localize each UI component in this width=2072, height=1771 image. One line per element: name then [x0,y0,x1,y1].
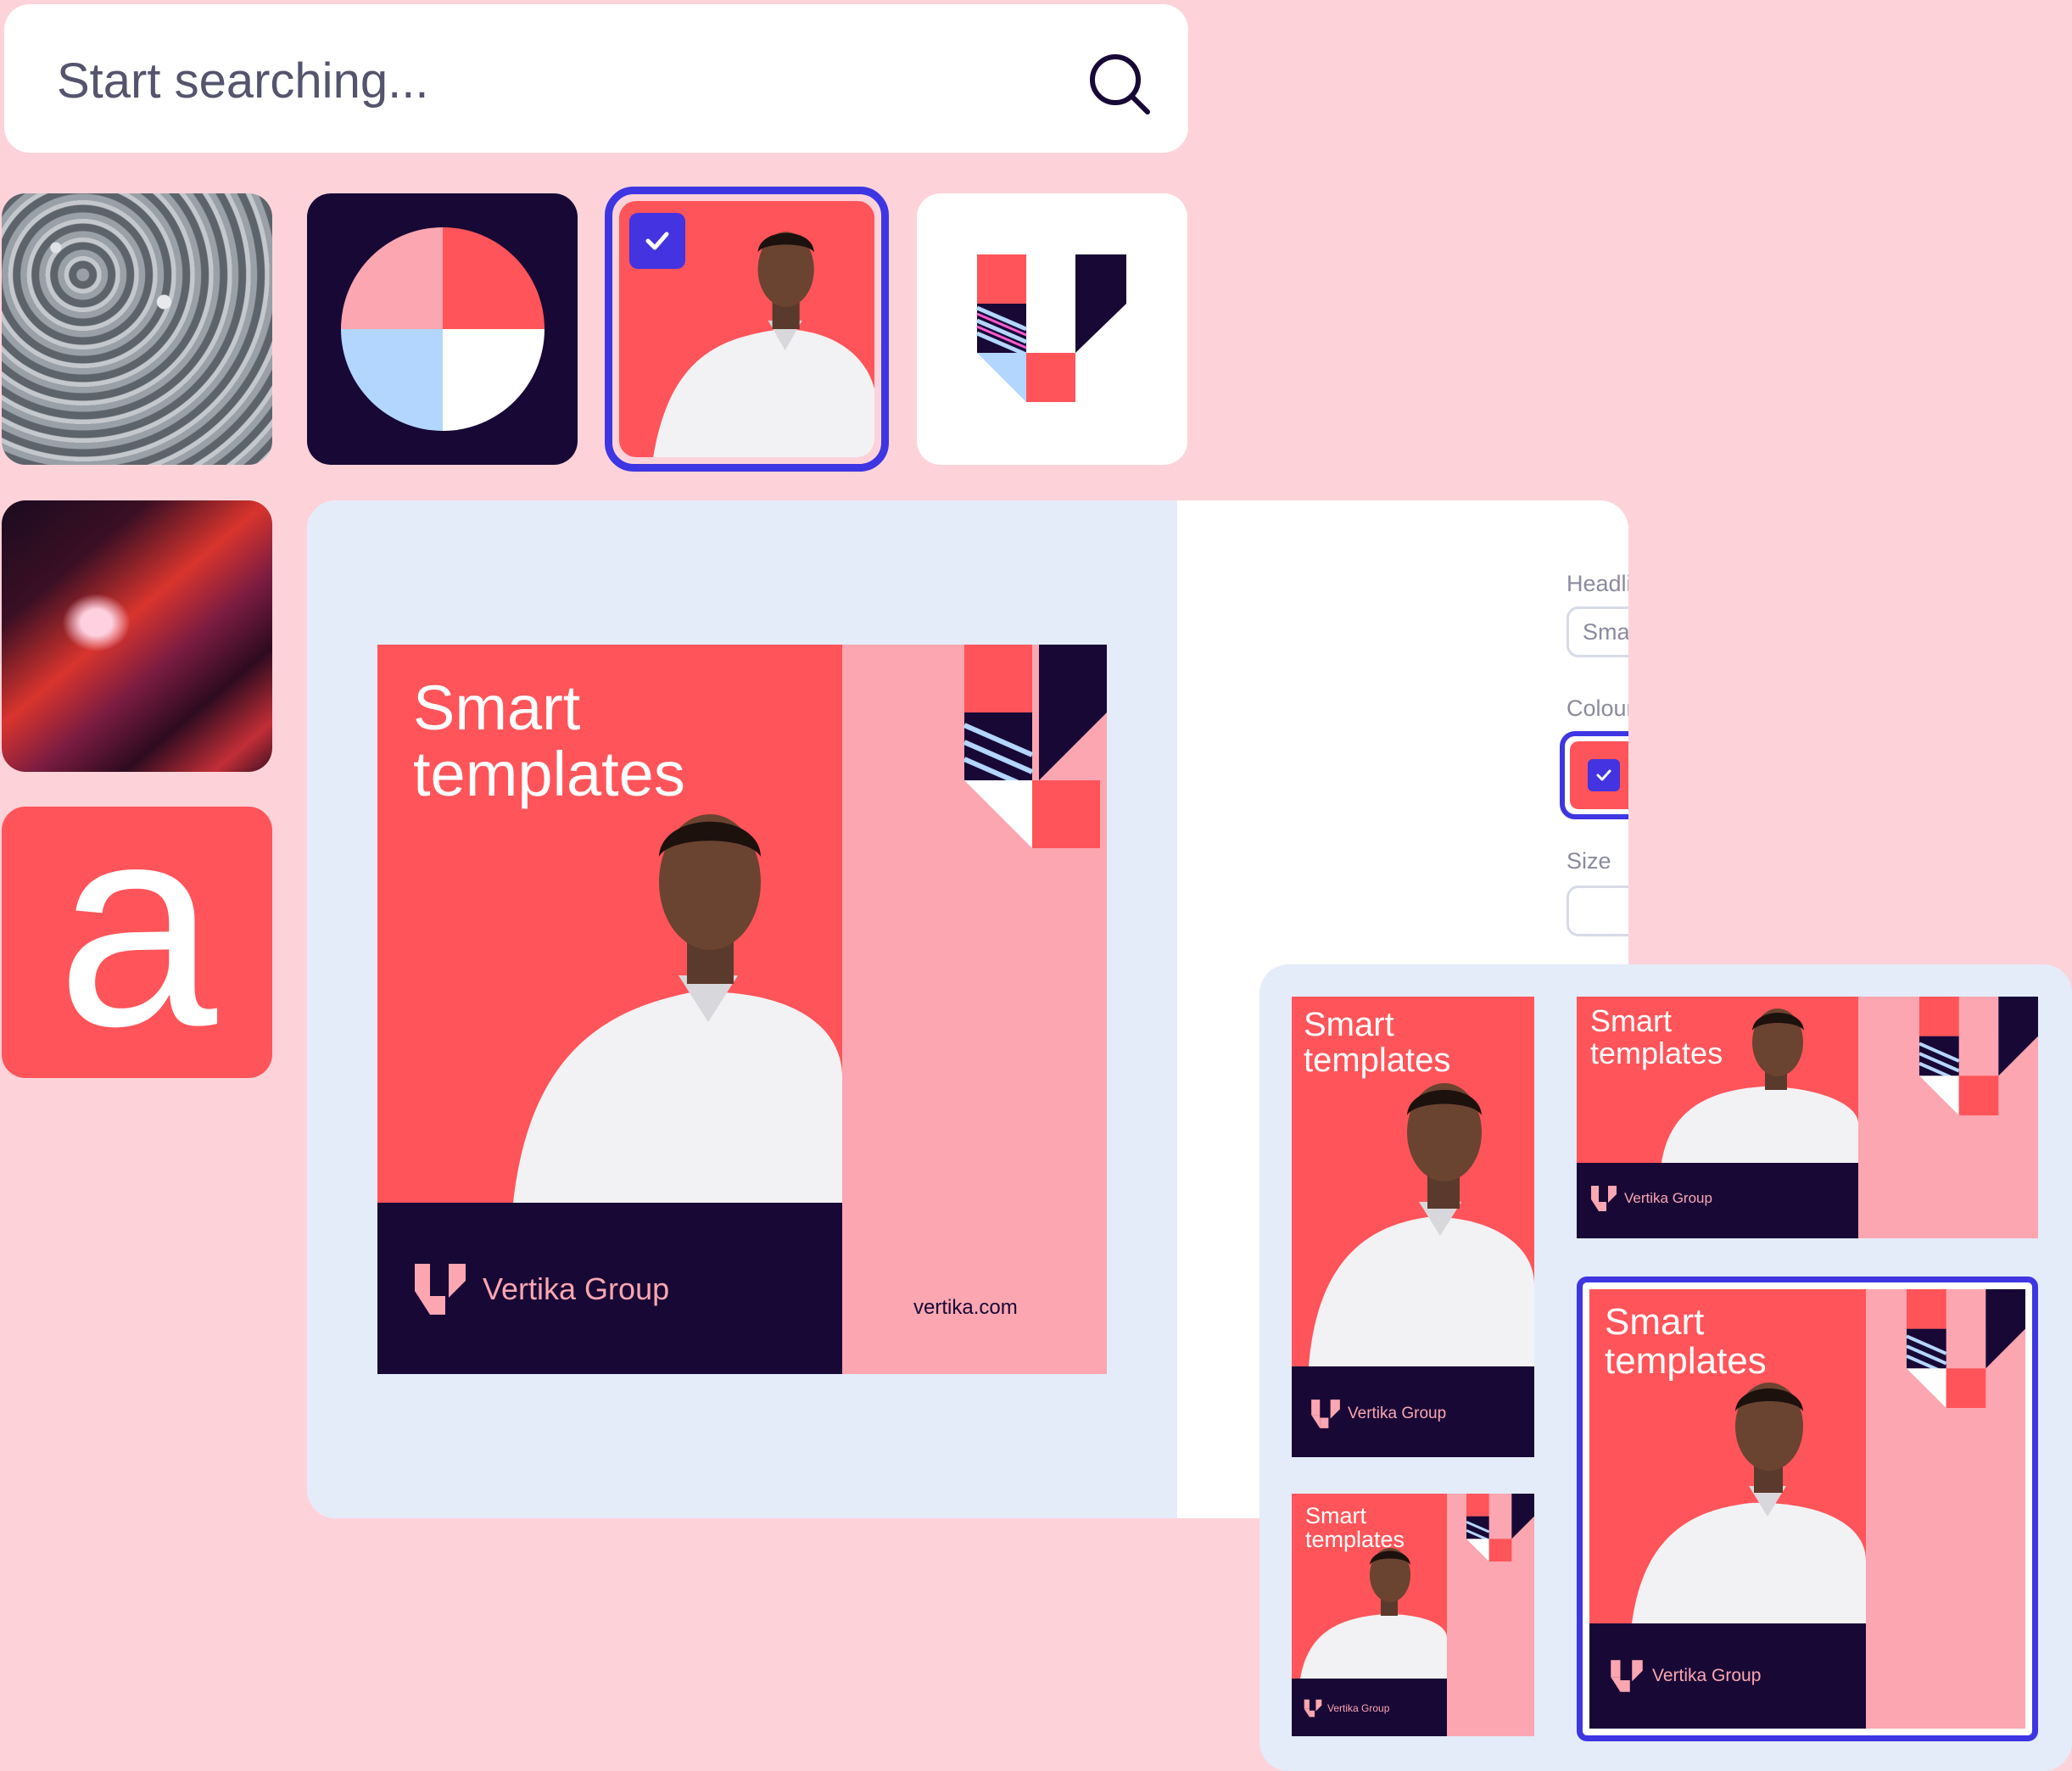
checkmark-icon [1596,769,1611,781]
asset-canyon-photo[interactable] [2,500,272,772]
variant-small-square[interactable]: Smart templates Vertika Group [1292,1494,1534,1736]
colour-checkbox [1588,759,1620,791]
variant-selected[interactable]: Smart templates Vertika Group [1577,1277,2038,1741]
design-brand-name: Vertika Group [483,1271,670,1306]
vertika-logo-icon [976,254,1126,402]
vertika-logo-icon [1311,1399,1340,1428]
portrait-photo [619,201,874,457]
asset-portrait-photo[interactable] [605,187,889,472]
size-label: Size [1567,848,1611,874]
variant-headline: Smart templates [1305,1503,1405,1553]
variant-headline: Smart templates [1304,1006,1451,1079]
variant-brand-name: Vertika Group [1624,1190,1712,1206]
pie-graphic-icon [341,227,545,431]
asset-vertika-logo-mark[interactable] [917,193,1187,465]
variant-person-image [1632,1383,1866,1623]
variant-landscape[interactable]: Smart templates Vertika Group [1577,997,2038,1238]
variant-person-image [1300,1548,1447,1679]
variant-brand-name: Vertika Group [1327,1702,1390,1714]
size-variants-panel: Smart templates Vertika Group Smart temp… [1259,964,2072,1771]
vertika-logo-icon [1304,1699,1322,1718]
asset-forest-photo[interactable] [2,193,272,465]
size-select[interactable] [1567,886,1628,936]
design-person-image [513,814,842,1203]
search-input[interactable] [57,47,990,115]
variant-logo-mark [1466,1494,1534,1561]
variant-selected-design: Smart templates Vertika Group [1589,1289,2025,1729]
design-headline[interactable]: Smart templates [413,675,820,807]
colour-label: Colour [1567,696,1628,721]
variant-headline: Smart templates [1605,1301,1767,1383]
variant-brand-name: Vertika Group [1348,1405,1447,1422]
variant-brand: Vertika Group [1590,1185,1712,1212]
variant-brand: Vertika Group [1304,1699,1389,1718]
variant-logo-mark [1907,1289,2025,1408]
colour-swatch-red[interactable] [1560,731,1628,819]
variant-brand: Vertika Group [1310,1399,1446,1429]
selected-checkbox[interactable] [629,213,685,269]
design-logo-mark [963,645,1107,848]
search-icon[interactable] [1086,51,1153,117]
variant-headline: Smart templates [1590,1003,1723,1070]
headline-label: Headline [1567,571,1628,596]
variant-logo-mark [1919,997,2038,1115]
design-url: vertika.com [913,1296,1018,1319]
vertika-logo-icon [1611,1660,1643,1692]
asset-letter-a[interactable]: a [2,807,272,1078]
checkmark-icon [645,232,669,250]
variant-brand-name: Vertika Group [1652,1666,1762,1685]
search-bar [4,4,1188,153]
vertika-logo-icon [1591,1186,1617,1211]
design-brand: Vertika Group [413,1262,669,1316]
canvas-area: Smart templates Vertika Group vertika.co… [307,500,1177,1518]
vertika-logo-icon [415,1264,466,1315]
variant-portrait[interactable]: Smart templates Vertika Group [1292,997,1534,1457]
template-preview[interactable]: Smart templates Vertika Group vertika.co… [377,645,1107,1374]
asset-pie-graphic[interactable] [307,193,578,465]
headline-field[interactable]: Smart templates [1567,606,1628,657]
variant-brand: Vertika Group [1610,1659,1761,1693]
variant-person-image [1309,1083,1534,1366]
letter-a-glyph: a [56,807,218,1078]
